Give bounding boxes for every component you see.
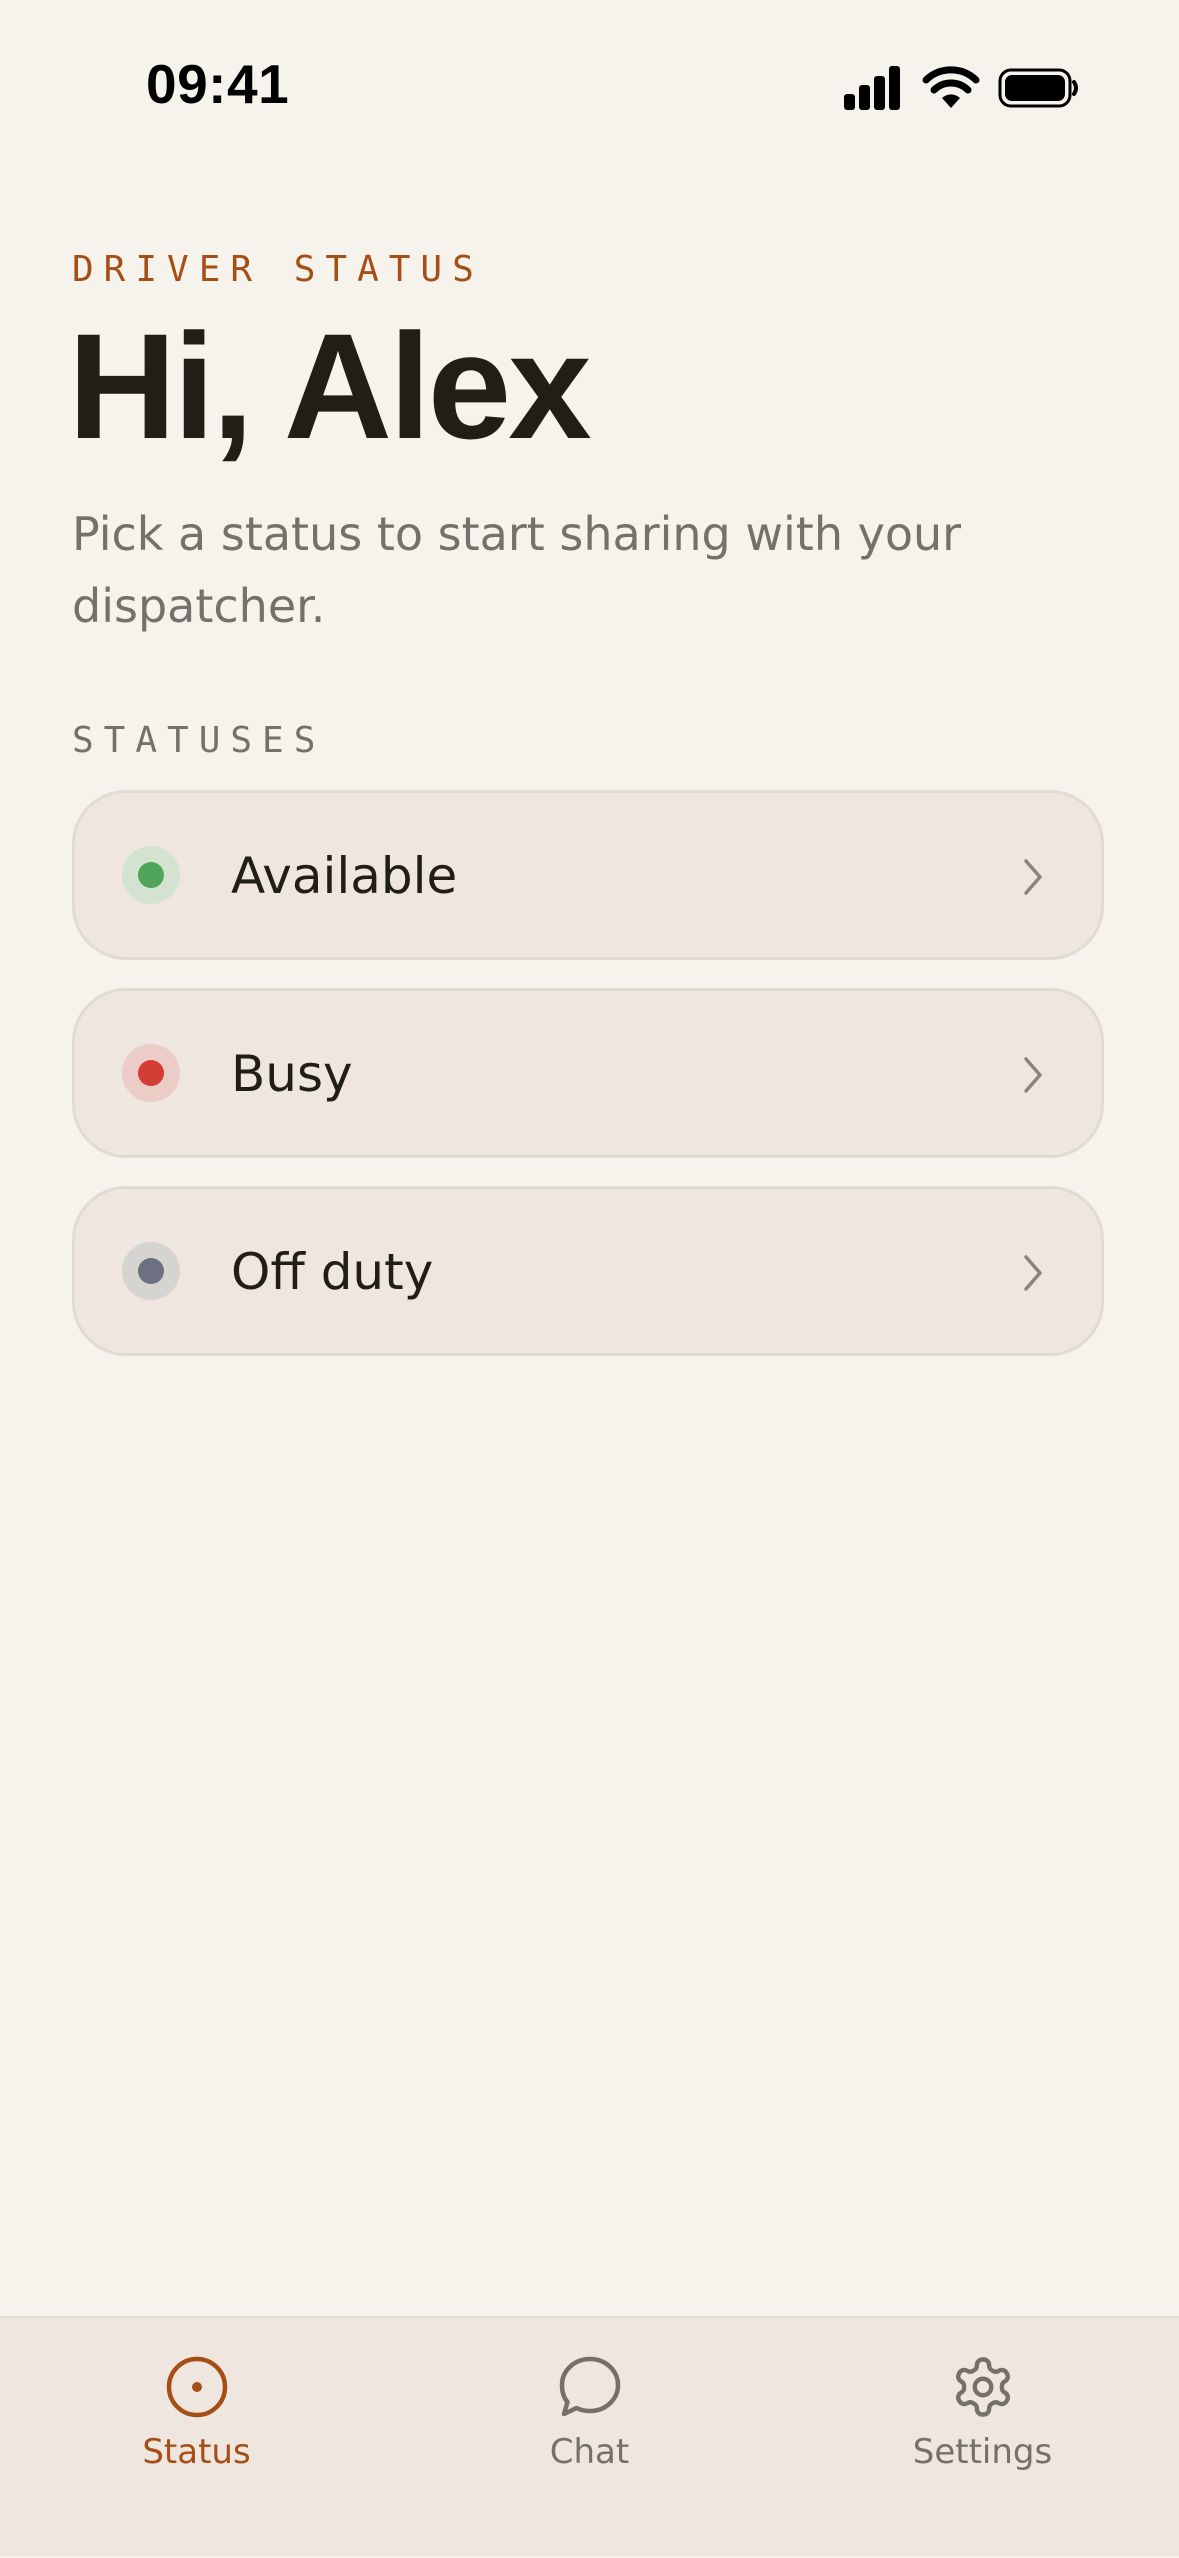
chevron-right-icon <box>1024 859 1042 895</box>
cellular-signal-icon <box>844 66 900 110</box>
section-label-statuses: STATUSES <box>72 720 326 761</box>
status-option-available[interactable]: Available <box>72 790 1104 960</box>
status-option-label: Busy <box>231 1045 353 1103</box>
battery-icon <box>998 68 1078 108</box>
status-bar: 09:41 <box>0 0 1179 175</box>
status-option-label: Available <box>231 847 458 905</box>
status-dot-off-duty <box>122 1242 180 1300</box>
tab-label: Chat <box>549 2432 630 2472</box>
status-option-busy[interactable]: Busy <box>72 988 1104 1158</box>
page-subtitle: Pick a status to start sharing with your… <box>72 507 962 633</box>
eyebrow-label: DRIVER STATUS <box>72 249 484 290</box>
tab-label: Status <box>142 2432 251 2472</box>
status-time: 09:41 <box>146 53 290 115</box>
status-dot-busy <box>122 1044 180 1102</box>
chat-bubble-icon <box>559 2356 621 2417</box>
status-dot-available <box>122 846 180 904</box>
tab-chat[interactable]: Chat <box>393 2318 786 2558</box>
tab-settings[interactable]: Settings <box>786 2318 1179 2558</box>
chevron-right-icon <box>1024 1255 1042 1291</box>
tab-bar: Status Chat Settings <box>0 2316 1179 2556</box>
status-option-label: Off duty <box>231 1243 434 1301</box>
target-circle-icon <box>166 2356 228 2418</box>
tab-status[interactable]: Status <box>0 2318 393 2558</box>
gear-icon <box>956 2357 1010 2417</box>
tab-label: Settings <box>912 2432 1053 2472</box>
page-title: Hi, Alex <box>68 302 592 470</box>
status-option-off-duty[interactable]: Off duty <box>72 1186 1104 1356</box>
wifi-icon <box>922 66 980 108</box>
chevron-right-icon <box>1024 1057 1042 1093</box>
